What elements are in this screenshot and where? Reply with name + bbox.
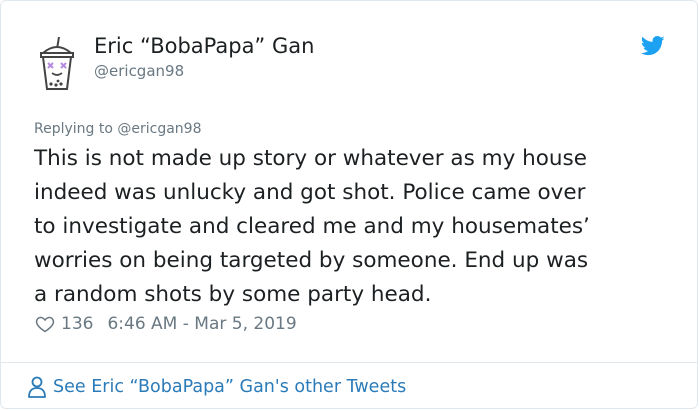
author-names: Eric “BobaPapa” Gan @ericgan98 <box>94 32 314 81</box>
replying-to-label[interactable]: Replying to @ericgan98 <box>34 121 202 137</box>
tweet-timestamp[interactable]: 6:46 AM - Mar 5, 2019 <box>107 314 296 334</box>
heart-icon[interactable] <box>35 314 55 334</box>
like-count[interactable]: 136 <box>61 314 93 334</box>
tweet-text-line: a random shots by some party head. <box>34 282 432 307</box>
footer-divider <box>1 362 697 363</box>
tweet-card: Eric “BobaPapa” Gan @ericgan98 Replying … <box>0 0 698 409</box>
author-display-name[interactable]: Eric “BobaPapa” Gan <box>94 32 314 60</box>
tweet-text-line: This is not made up story or whatever as… <box>34 146 587 171</box>
avatar[interactable] <box>37 36 77 93</box>
tweet-text-line: to investigate and cleared me and my hou… <box>34 214 590 239</box>
author-handle[interactable]: @ericgan98 <box>94 61 314 81</box>
see-other-tweets-link[interactable]: See Eric “BobaPapa” Gan's other Tweets <box>27 374 406 400</box>
boba-cup-icon <box>40 36 74 90</box>
tweet-header: Eric “BobaPapa” Gan @ericgan98 <box>31 25 673 95</box>
tweet-text: This is not made up story or whatever as… <box>34 142 674 312</box>
tweet-text-line: worries on being targeted by someone. En… <box>34 248 589 273</box>
person-icon <box>28 376 46 398</box>
tweet-text-line: indeed was unlucky and got shot. Police … <box>34 180 586 205</box>
see-other-tweets-label[interactable]: See Eric “BobaPapa” Gan's other Tweets <box>53 377 406 397</box>
twitter-bird-icon[interactable] <box>640 35 665 57</box>
tweet-meta: 136 6:46 AM - Mar 5, 2019 <box>35 312 297 336</box>
